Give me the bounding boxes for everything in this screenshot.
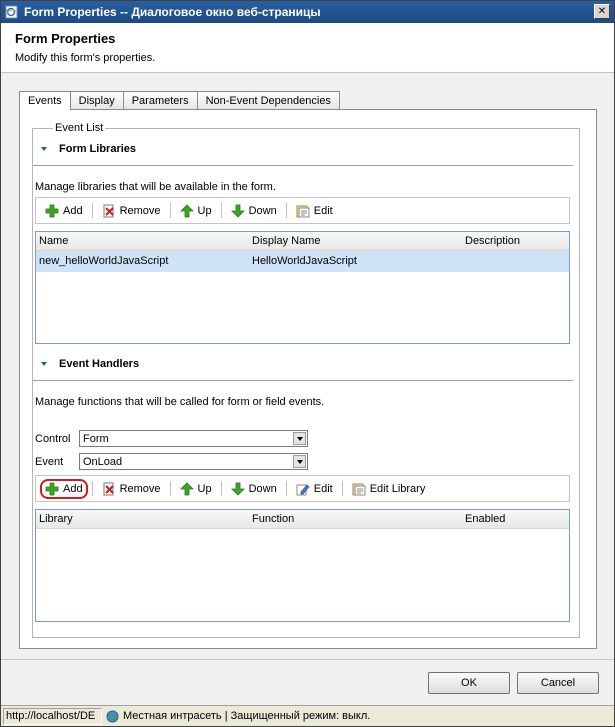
handler-edit-button[interactable]: Edit (291, 479, 338, 499)
grid-header: Library Function Enabled (36, 510, 569, 529)
form-libraries-toolbar: Add Remove Up Down Edit (35, 197, 570, 224)
cell-name: new_helloWorldJavaScript (39, 255, 169, 267)
arrow-up-icon (179, 481, 194, 496)
table-row[interactable]: new_helloWorldJavaScript HelloWorldJavaS… (36, 251, 569, 272)
column-header-enabled[interactable]: Enabled (465, 513, 505, 525)
collapse-triangle-icon[interactable] (41, 362, 47, 366)
page-title: Form Properties (15, 31, 116, 46)
event-label: Event (35, 455, 64, 468)
form-libraries-header[interactable]: Form Libraries (41, 143, 136, 155)
status-url: http://localhost/DE (3, 707, 102, 725)
section-divider (33, 165, 573, 166)
event-list-legend: Event List (53, 122, 106, 134)
arrow-up-icon (179, 203, 194, 218)
control-select[interactable]: Form (79, 430, 308, 447)
library-edit-icon (296, 204, 310, 218)
tab-panel-events: Event List Form Libraries Manage librari… (19, 109, 597, 649)
dialog-body: Events Display Parameters Non-Event Depe… (1, 74, 614, 659)
event-handlers-toolbar: Add Remove Up Down Edit Edit Library (35, 475, 570, 502)
toolbar-separator (169, 481, 171, 496)
form-libraries-title: Form Libraries (59, 143, 137, 155)
section-divider (33, 380, 573, 381)
chevron-down-icon[interactable] (293, 432, 306, 445)
grid-header: Name Display Name Description (36, 232, 569, 251)
event-handlers-header[interactable]: Event Handlers (41, 358, 139, 370)
plus-icon (45, 204, 59, 218)
toolbar-separator (91, 481, 93, 496)
pencil-icon (296, 482, 310, 496)
library-edit-icon (352, 482, 366, 496)
column-header-library[interactable]: Library (39, 513, 73, 525)
close-icon: ✕ (597, 5, 607, 17)
cancel-button[interactable]: Cancel (517, 672, 599, 694)
dialog-header: Form Properties Modify this form's prope… (1, 23, 614, 73)
toolbar-separator (91, 203, 93, 218)
handler-remove-button[interactable]: Remove (97, 479, 166, 499)
form-libraries-grid: Name Display Name Description new_helloW… (35, 231, 570, 344)
library-remove-button[interactable]: Remove (97, 201, 166, 221)
toolbar-separator (220, 203, 222, 218)
form-libraries-description: Manage libraries that will be available … (35, 181, 276, 193)
page-subtitle: Modify this form's properties. (15, 52, 156, 64)
library-down-button[interactable]: Down (226, 201, 282, 221)
chevron-down-icon[interactable] (293, 455, 306, 468)
window-title: Form Properties -- Диалоговое окно веб-с… (24, 5, 321, 19)
status-bar: http://localhost/DE Местная интрасеть | … (1, 705, 614, 726)
event-select-value: OnLoad (83, 455, 123, 468)
column-header-display-name[interactable]: Display Name (252, 235, 320, 247)
library-up-button[interactable]: Up (175, 201, 217, 221)
collapse-triangle-icon[interactable] (41, 147, 47, 151)
library-edit-button[interactable]: Edit (291, 201, 338, 221)
toolbar-separator (285, 481, 287, 496)
dialog-window: Form Properties -- Диалоговое окно веб-с… (0, 0, 615, 727)
plus-icon (45, 482, 59, 496)
ie-page-icon (5, 5, 18, 19)
control-label: Control (35, 432, 71, 445)
event-list-group: Event List Form Libraries Manage librari… (32, 122, 580, 638)
tab-parameters[interactable]: Parameters (122, 91, 198, 109)
column-header-function[interactable]: Function (252, 513, 294, 525)
control-row: Control Form (35, 430, 308, 447)
dialog-footer: OK Cancel (1, 659, 614, 705)
intranet-globe-icon (106, 710, 119, 722)
cell-display-name: HelloWorldJavaScript (252, 255, 357, 267)
arrow-down-icon (230, 482, 245, 496)
handler-up-button[interactable]: Up (175, 479, 217, 499)
handler-edit-library-button[interactable]: Edit Library (347, 479, 431, 499)
delete-icon (102, 204, 116, 218)
handler-add-button[interactable]: Add (40, 478, 88, 499)
toolbar-separator (169, 203, 171, 218)
event-select[interactable]: OnLoad (79, 453, 308, 470)
event-handlers-title: Event Handlers (59, 358, 140, 370)
ok-button[interactable]: OK (428, 672, 510, 694)
event-row: Event OnLoad (35, 453, 308, 470)
toolbar-separator (220, 481, 222, 496)
toolbar-separator (341, 481, 343, 496)
handler-down-button[interactable]: Down (226, 479, 282, 499)
tab-events[interactable]: Events (19, 91, 71, 110)
tab-display[interactable]: Display (69, 91, 124, 109)
arrow-down-icon (230, 204, 245, 218)
delete-icon (102, 482, 116, 496)
event-handlers-grid: Library Function Enabled (35, 509, 570, 622)
toolbar-separator (285, 203, 287, 218)
library-add-button[interactable]: Add (40, 201, 88, 221)
tab-non-event-dependencies[interactable]: Non-Event Dependencies (196, 91, 340, 109)
control-select-value: Form (83, 432, 109, 445)
column-header-name[interactable]: Name (39, 235, 68, 247)
tab-strip: Events Display Parameters Non-Event Depe… (19, 91, 340, 110)
close-button[interactable]: ✕ (594, 4, 610, 19)
security-zone-text: Местная интрасеть | Защищенный режим: вы… (123, 710, 371, 722)
column-header-description[interactable]: Description (465, 235, 520, 247)
title-bar[interactable]: Form Properties -- Диалоговое окно веб-с… (1, 1, 614, 23)
security-zone[interactable]: Местная интрасеть | Защищенный режим: вы… (104, 708, 370, 725)
event-handlers-description: Manage functions that will be called for… (35, 396, 325, 408)
